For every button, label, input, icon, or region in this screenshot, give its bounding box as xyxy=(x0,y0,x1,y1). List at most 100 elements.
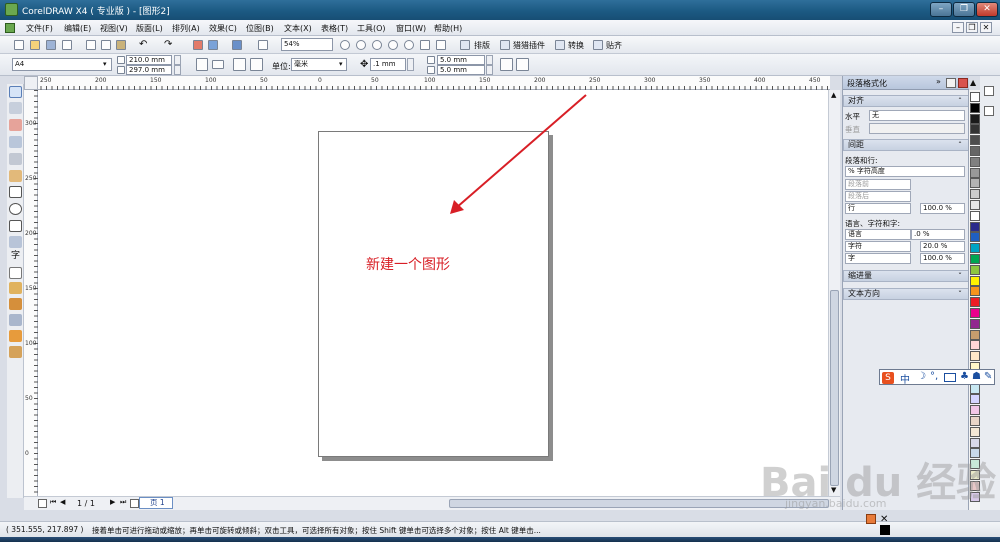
fill-indicator-icon[interactable] xyxy=(866,514,876,524)
zoom-height-icon[interactable] xyxy=(436,40,446,50)
menu-file[interactable]: 文件(F) xyxy=(26,23,53,34)
new-document-icon[interactable] xyxy=(14,40,24,50)
pick-tool-icon[interactable] xyxy=(9,86,22,98)
zoom-all-icon[interactable] xyxy=(388,40,398,50)
close-button[interactable]: ✕ xyxy=(976,2,998,17)
color-swatch[interactable] xyxy=(970,221,980,232)
duplicate-y-field[interactable]: 5.0 mm xyxy=(437,65,485,75)
menu-window[interactable]: 窗口(W) xyxy=(396,23,426,34)
menu-help[interactable]: 帮助(H) xyxy=(434,23,462,34)
outline-none-icon[interactable]: ✕ xyxy=(880,514,888,525)
color-swatch[interactable] xyxy=(970,437,980,448)
color-swatch[interactable] xyxy=(970,426,980,437)
welcome-screen-icon[interactable] xyxy=(258,40,268,50)
no-color-swatch-icon[interactable] xyxy=(984,86,994,96)
nudge-distance-field[interactable]: .1 mm xyxy=(370,58,406,71)
color-swatch[interactable] xyxy=(970,308,980,318)
menu-tools[interactable]: 工具(O) xyxy=(357,23,386,34)
nudge-spinner[interactable] xyxy=(407,58,414,71)
menu-text[interactable]: 文本(X) xyxy=(284,23,312,34)
vertical-scrollbar[interactable]: ▲ ▼ xyxy=(828,90,840,496)
print-icon[interactable] xyxy=(62,40,72,50)
zoom-out-icon[interactable] xyxy=(356,40,366,50)
language-spacing-field[interactable]: .0 % xyxy=(911,229,965,240)
copy-icon[interactable] xyxy=(101,40,111,50)
text-tool-icon[interactable]: 字 xyxy=(9,250,22,262)
last-page-icon[interactable]: ⏭ xyxy=(120,498,126,507)
current-page-icon[interactable] xyxy=(250,58,263,71)
document-icon[interactable] xyxy=(5,23,15,33)
restore-button[interactable]: ❐ xyxy=(953,2,975,17)
color-swatch[interactable] xyxy=(970,297,980,308)
convert-button[interactable]: 转换 xyxy=(568,40,584,51)
open-folder-icon[interactable] xyxy=(30,40,40,50)
color-swatch[interactable] xyxy=(970,124,980,135)
color-swatch[interactable] xyxy=(970,146,980,156)
ellipse-tool-icon[interactable] xyxy=(9,203,22,215)
paper-size-select[interactable]: A4 xyxy=(12,58,112,71)
outline-color-swatch[interactable] xyxy=(880,525,890,535)
ruler-origin-handle[interactable] xyxy=(24,76,38,90)
dup-x-spinner[interactable] xyxy=(486,55,493,65)
punctuation-icon[interactable]: °, xyxy=(930,371,938,382)
color-swatch[interactable] xyxy=(970,210,980,221)
color-swatch[interactable] xyxy=(970,405,980,416)
menu-table[interactable]: 表格(T) xyxy=(321,23,348,34)
redo-icon[interactable]: ↷ xyxy=(164,40,174,50)
scroll-up-icon[interactable]: ▲ xyxy=(831,91,836,99)
half-width-icon[interactable]: ☽ xyxy=(917,371,926,382)
all-pages-icon[interactable] xyxy=(233,58,246,71)
zoom-level-select[interactable]: 54% xyxy=(281,38,333,51)
width-spinner[interactable] xyxy=(174,55,181,65)
settings-wrench-icon[interactable]: ✎ xyxy=(984,371,992,382)
color-swatch[interactable] xyxy=(970,394,980,405)
horizontal-align-select[interactable]: 无 xyxy=(869,110,965,121)
color-swatch[interactable] xyxy=(970,178,980,189)
docker-minimize-icon[interactable] xyxy=(946,78,956,88)
height-spinner[interactable] xyxy=(174,65,181,75)
plugins-button[interactable]: 猎猎插件 xyxy=(513,40,545,51)
page-height-field[interactable]: 297.0 mm xyxy=(126,65,172,75)
menu-effects[interactable]: 效果(C) xyxy=(209,23,237,34)
menu-arrange[interactable]: 排列(A) xyxy=(172,23,200,34)
ime-mode-toggle[interactable]: 中 xyxy=(900,371,910,386)
freehand-tool-icon[interactable] xyxy=(9,153,22,165)
color-swatch[interactable] xyxy=(970,351,980,362)
skin-icon[interactable]: ♣ xyxy=(960,371,969,382)
smart-fill-tool-icon[interactable] xyxy=(9,170,22,182)
crop-tool-icon[interactable] xyxy=(9,119,22,131)
zoom-selected-icon[interactable] xyxy=(372,40,382,50)
color-swatch[interactable] xyxy=(970,92,980,102)
color-swatch[interactable] xyxy=(970,318,980,329)
first-page-icon[interactable]: ⏮ xyxy=(50,498,56,507)
character-spacing-field[interactable]: 20.0 % xyxy=(920,241,965,252)
text-direction-section-header[interactable]: 文本方向 ˇ xyxy=(843,288,969,300)
paste-icon[interactable] xyxy=(116,40,126,50)
landscape-icon[interactable] xyxy=(212,60,224,69)
options-icon[interactable] xyxy=(516,58,529,71)
page-width-field[interactable]: 210.0 mm xyxy=(126,55,172,65)
next-page-icon[interactable]: ▶ xyxy=(110,498,115,506)
menu-layout[interactable]: 版面(L) xyxy=(136,23,163,34)
dup-y-spinner[interactable] xyxy=(486,65,493,75)
color-swatch[interactable] xyxy=(970,275,980,286)
interactive-tool-icon[interactable] xyxy=(9,282,22,294)
rectangle-tool-icon[interactable] xyxy=(9,186,22,198)
line-spacing-field[interactable]: 100.0 % xyxy=(920,203,965,214)
add-page-after-icon[interactable] xyxy=(130,499,139,508)
spacing-unit-select[interactable]: % 字符高度 xyxy=(845,166,965,177)
menu-view[interactable]: 视图(V) xyxy=(100,23,128,34)
fill-tool-icon[interactable] xyxy=(9,330,22,342)
import-icon[interactable] xyxy=(193,40,203,50)
color-swatch[interactable] xyxy=(970,416,980,426)
vertical-ruler[interactable]: 300 250 200 150 100 50 0 xyxy=(24,90,38,496)
word-spacing-field[interactable]: 100.0 % xyxy=(920,253,965,264)
application-launcher-icon[interactable] xyxy=(232,40,242,50)
snap-button[interactable]: 贴齐 xyxy=(606,40,622,51)
shape-tool-icon[interactable] xyxy=(9,102,22,114)
color-swatch[interactable] xyxy=(970,329,980,340)
color-swatch[interactable] xyxy=(970,200,980,210)
duplicate-x-field[interactable]: 5.0 mm xyxy=(437,55,485,65)
user-icon[interactable]: ☗ xyxy=(972,371,981,382)
zoom-in-icon[interactable] xyxy=(340,40,350,50)
